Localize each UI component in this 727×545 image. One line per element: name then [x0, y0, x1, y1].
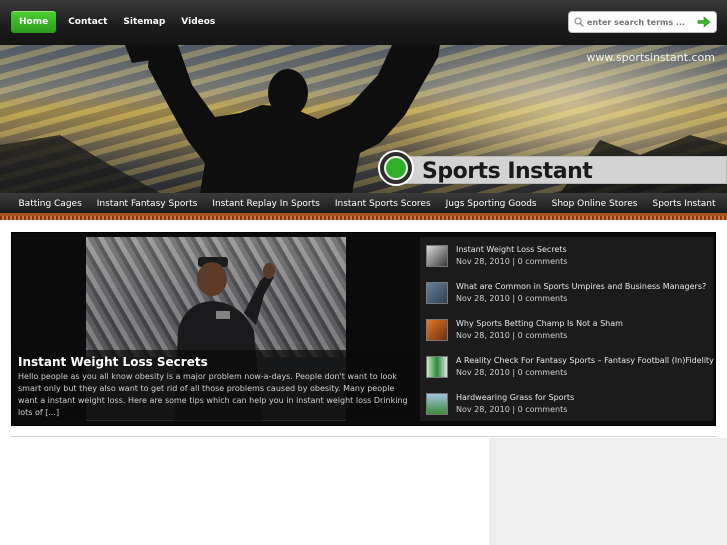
site-url: www.sportsinstant.com [586, 51, 715, 64]
nav-home[interactable]: Home [11, 11, 57, 33]
featured-slider: Instant Weight Loss Secrets Hello people… [11, 232, 716, 426]
featured-excerpt: Hello people as you all know obesity is … [18, 372, 408, 417]
post-title[interactable]: What are Common in Sports Umpires and Bu… [456, 282, 706, 291]
search-go-arrow-icon[interactable] [697, 15, 711, 29]
post-thumbnail[interactable] [426, 393, 448, 415]
search-box [568, 11, 717, 33]
recent-posts-list: Instant Weight Loss Secrets Nov 28, 2010… [420, 237, 714, 421]
category-instant-replay[interactable]: Instant Replay In Sports [205, 193, 328, 215]
list-item[interactable]: Hardwearing Grass for Sports Nov 28, 201… [426, 390, 711, 415]
featured-caption: Instant Weight Loss Secrets Hello people… [12, 350, 420, 420]
category-shop-online-stores[interactable]: Shop Online Stores [544, 193, 645, 215]
logo-icon [378, 150, 414, 186]
nav-decorative-stripe [0, 216, 727, 220]
nav-sitemap[interactable]: Sitemap [115, 11, 173, 33]
category-jugs-sporting-goods[interactable]: Jugs Sporting Goods [438, 193, 544, 215]
post-meta: Nov 28, 2010 | 0 comments [456, 368, 568, 377]
post-thumbnail[interactable] [426, 356, 448, 378]
site-logo[interactable]: Sports Instant [378, 150, 727, 188]
category-instant-fantasy-sports[interactable]: Instant Fantasy Sports [89, 193, 205, 215]
post-meta: Nov 28, 2010 | 0 comments [456, 257, 568, 266]
category-sports-instant[interactable]: Sports Instant [645, 193, 723, 215]
list-item[interactable]: What are Common in Sports Umpires and Bu… [426, 279, 711, 304]
content-divider [11, 436, 716, 437]
post-title[interactable]: A Reality Check For Fantasy Sports – Fan… [456, 356, 714, 365]
category-batting-cages[interactable]: Batting Cages [11, 193, 89, 215]
post-title[interactable]: Hardwearing Grass for Sports [456, 393, 574, 402]
list-item[interactable]: Instant Weight Loss Secrets Nov 28, 2010… [426, 242, 711, 267]
header-banner: www.sportsinstant.com Sports Instant [0, 45, 727, 193]
post-meta: Nov 28, 2010 | 0 comments [456, 405, 568, 414]
top-bar: Home Contact Sitemap Videos [0, 0, 727, 45]
list-item[interactable]: A Reality Check For Fantasy Sports – Fan… [426, 353, 714, 378]
top-nav: Home Contact Sitemap Videos [11, 11, 223, 33]
search-input[interactable] [587, 15, 693, 30]
post-thumbnail[interactable] [426, 245, 448, 267]
nav-contact[interactable]: Contact [60, 11, 115, 33]
post-thumbnail[interactable] [426, 282, 448, 304]
post-thumbnail[interactable] [426, 319, 448, 341]
nav-videos[interactable]: Videos [173, 11, 223, 33]
post-title[interactable]: Why Sports Betting Champ Is Not a Sham [456, 319, 623, 328]
logo-icon-inner [384, 156, 408, 180]
category-nav: Batting Cages Instant Fantasy Sports Ins… [0, 193, 727, 216]
site-title: Sports Instant [422, 159, 593, 184]
post-meta: Nov 28, 2010 | 0 comments [456, 294, 568, 303]
sidebar [489, 438, 727, 545]
post-title[interactable]: Instant Weight Loss Secrets [456, 245, 567, 254]
featured-title[interactable]: Instant Weight Loss Secrets [18, 355, 414, 370]
list-item[interactable]: Why Sports Betting Champ Is Not a Sham N… [426, 316, 711, 341]
search-icon [574, 17, 584, 27]
post-meta: Nov 28, 2010 | 0 comments [456, 331, 568, 340]
category-instant-sports-scores[interactable]: Instant Sports Scores [327, 193, 438, 215]
